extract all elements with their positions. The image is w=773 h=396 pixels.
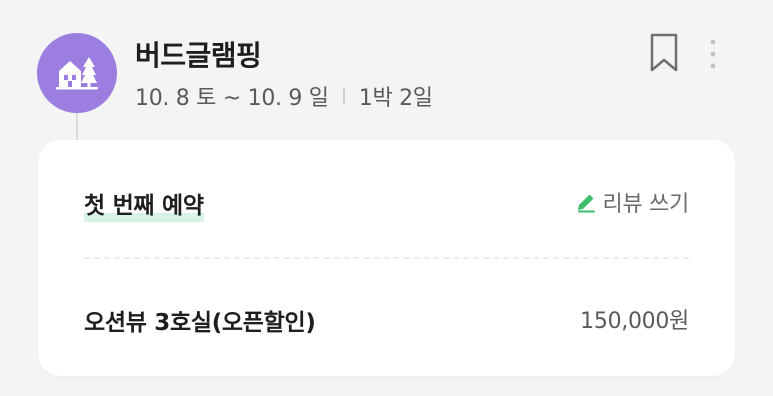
camping-house-trees-icon [56,57,98,90]
booking-card: 첫 번째 예약 리뷰 쓰기 오션뷰 3호실(오픈할인) 150,000원 [38,140,735,376]
pencil-icon [575,191,597,213]
reservation-item: 버드글램핑 10. 8 토 ~ 10. 9 일 1박 2일 첫 번째 예약 리뷰… [0,0,773,396]
bookmark-icon [650,33,678,72]
avatar [37,33,117,113]
room-price: 150,000원 [580,309,689,334]
dashed-divider [84,257,689,259]
booking-label: 첫 번째 예약 [84,193,204,219]
more-vertical-icon [710,39,716,69]
room-name: 오션뷰 3호실(오픈할인) [84,310,316,336]
place-name[interactable]: 버드글램핑 [135,34,262,74]
write-review-label: 리뷰 쓰기 [602,192,690,217]
meta-divider [342,87,345,105]
write-review-button[interactable]: 리뷰 쓰기 [575,186,689,218]
bookmark-button[interactable] [646,32,682,74]
more-button[interactable] [702,36,724,72]
timeline-connector [76,113,78,143]
reservation-meta: 10. 8 토 ~ 10. 9 일 1박 2일 [135,80,433,112]
stay-dates: 10. 8 토 ~ 10. 9 일 [135,86,329,111]
stay-duration: 1박 2일 [358,86,433,111]
booking-label-group: 첫 번째 예약 [84,186,204,222]
